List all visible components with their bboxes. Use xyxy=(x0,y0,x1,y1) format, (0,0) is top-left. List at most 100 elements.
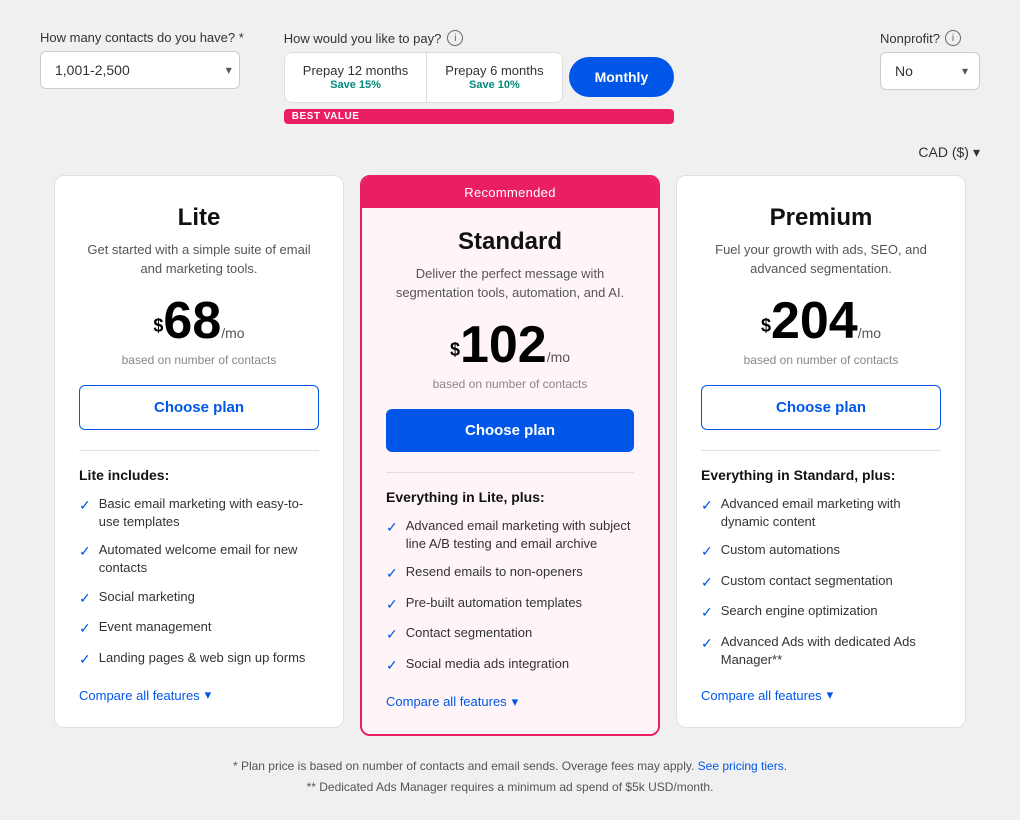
premium-compare-label: Compare all features xyxy=(701,688,822,703)
nonprofit-label: Nonprofit? xyxy=(880,31,940,46)
standard-choose-button[interactable]: Choose plan xyxy=(386,409,634,452)
lite-price-note: based on number of contacts xyxy=(79,353,319,367)
compare-chevron-icon: ▾ xyxy=(827,687,834,703)
list-item: ✓Basic email marketing with easy-to-use … xyxy=(79,495,319,531)
standard-price: $102/mo xyxy=(386,319,634,371)
check-icon: ✓ xyxy=(701,603,713,623)
currency-chevron-icon: ▾ xyxy=(973,144,980,161)
check-icon: ✓ xyxy=(701,542,713,562)
standard-price-amount: 102 xyxy=(460,316,547,374)
premium-includes-title: Everything in Standard, plus: xyxy=(701,467,941,483)
check-icon: ✓ xyxy=(79,650,91,670)
standard-price-period: /mo xyxy=(547,349,570,365)
standard-plan-name: Standard xyxy=(386,228,634,256)
list-item: ✓Contact segmentation xyxy=(386,624,634,645)
lite-plan-name: Lite xyxy=(79,204,319,232)
check-icon: ✓ xyxy=(79,619,91,639)
monthly-button[interactable]: Monthly xyxy=(569,57,675,97)
prepay6-button[interactable]: Prepay 6 months Save 10% xyxy=(427,53,561,102)
standard-plan-inner: Standard Deliver the perfect message wit… xyxy=(362,208,658,734)
standard-feature-list: ✓Advanced email marketing with subject l… xyxy=(386,517,634,676)
lite-plan-desc: Get started with a simple suite of email… xyxy=(79,240,319,279)
list-item: ✓Event management xyxy=(79,618,319,639)
check-icon: ✓ xyxy=(386,656,398,676)
pricing-tiers-link[interactable]: See pricing tiers. xyxy=(698,759,787,773)
plans-container: Lite Get started with a simple suite of … xyxy=(40,175,980,736)
prepay6-label: Prepay 6 months xyxy=(445,63,543,79)
premium-price-symbol: $ xyxy=(761,315,771,335)
standard-plan-desc: Deliver the perfect message with segment… xyxy=(386,264,634,303)
currency-label: CAD ($) xyxy=(918,144,969,160)
standard-plan-card: Recommended Standard Deliver the perfect… xyxy=(360,175,660,736)
premium-feature-list: ✓Advanced email marketing with dynamic c… xyxy=(701,495,941,670)
recommended-banner: Recommended xyxy=(362,177,658,208)
premium-plan-desc: Fuel your growth with ads, SEO, and adva… xyxy=(701,240,941,279)
check-icon: ✓ xyxy=(701,634,713,654)
prepay12-button[interactable]: Prepay 12 months Save 15% xyxy=(285,53,428,102)
lite-feature-list: ✓Basic email marketing with easy-to-use … xyxy=(79,495,319,670)
list-item: ✓Pre-built automation templates xyxy=(386,594,634,615)
check-icon: ✓ xyxy=(79,496,91,516)
best-value-badge: Best value xyxy=(284,109,674,124)
prepay12-label: Prepay 12 months xyxy=(303,63,409,79)
pay-info-icon[interactable]: i xyxy=(447,30,463,46)
check-icon: ✓ xyxy=(79,589,91,609)
standard-divider xyxy=(386,472,634,473)
compare-chevron-icon: ▾ xyxy=(205,687,212,703)
premium-price: $204/mo xyxy=(701,295,941,347)
prepay12-save: Save 15% xyxy=(303,79,409,92)
check-icon: ✓ xyxy=(701,496,713,516)
standard-price-symbol: $ xyxy=(450,339,460,359)
premium-price-note: based on number of contacts xyxy=(701,353,941,367)
compare-chevron-icon: ▾ xyxy=(512,694,519,710)
currency-button[interactable]: CAD ($) ▾ xyxy=(918,144,980,161)
premium-divider xyxy=(701,450,941,451)
premium-choose-button[interactable]: Choose plan xyxy=(701,385,941,430)
lite-price: $68/mo xyxy=(79,295,319,347)
list-item: ✓Resend emails to non-openers xyxy=(386,563,634,584)
contacts-select[interactable]: 0-500 501-1,000 1,001-2,500 2,501-5,000 … xyxy=(40,51,240,89)
footer-line2: ** Dedicated Ads Manager requires a mini… xyxy=(40,777,980,799)
list-item: ✓Advanced email marketing with dynamic c… xyxy=(701,495,941,531)
lite-price-symbol: $ xyxy=(153,315,163,335)
premium-price-amount: 204 xyxy=(771,292,858,350)
list-item: ✓Advanced email marketing with subject l… xyxy=(386,517,634,553)
standard-compare-label: Compare all features xyxy=(386,694,507,709)
lite-compare-label: Compare all features xyxy=(79,688,200,703)
check-icon: ✓ xyxy=(701,573,713,593)
pay-label: How would you like to pay? xyxy=(284,31,442,46)
list-item: ✓Landing pages & web sign up forms xyxy=(79,649,319,670)
list-item: ✓Social media ads integration xyxy=(386,655,634,676)
list-item: ✓Custom contact segmentation xyxy=(701,572,941,593)
nonprofit-info-icon[interactable]: i xyxy=(945,30,961,46)
check-icon: ✓ xyxy=(386,595,398,615)
standard-includes-title: Everything in Lite, plus: xyxy=(386,489,634,505)
lite-price-amount: 68 xyxy=(163,292,221,350)
lite-includes-title: Lite includes: xyxy=(79,467,319,483)
premium-price-period: /mo xyxy=(858,325,881,341)
footer-line1: * Plan price is based on number of conta… xyxy=(40,756,980,778)
nonprofit-select[interactable]: No Yes xyxy=(880,52,980,90)
footer-notes: * Plan price is based on number of conta… xyxy=(40,756,980,799)
lite-price-period: /mo xyxy=(221,325,244,341)
check-icon: ✓ xyxy=(386,625,398,645)
lite-compare-link[interactable]: Compare all features ▾ xyxy=(79,687,319,703)
list-item: ✓Advanced Ads with dedicated Ads Manager… xyxy=(701,633,941,669)
list-item: ✓Social marketing xyxy=(79,588,319,609)
check-icon: ✓ xyxy=(386,518,398,538)
contacts-label: How many contacts do you have? * xyxy=(40,30,244,45)
lite-choose-button[interactable]: Choose plan xyxy=(79,385,319,430)
list-item: ✓Custom automations xyxy=(701,541,941,562)
list-item: ✓Search engine optimization xyxy=(701,602,941,623)
check-icon: ✓ xyxy=(386,564,398,584)
standard-price-note: based on number of contacts xyxy=(386,377,634,391)
lite-divider xyxy=(79,450,319,451)
list-item: ✓Automated welcome email for new contact… xyxy=(79,541,319,577)
standard-compare-link[interactable]: Compare all features ▾ xyxy=(386,694,634,710)
check-icon: ✓ xyxy=(79,542,91,562)
prepay6-save: Save 10% xyxy=(445,79,543,92)
premium-plan-name: Premium xyxy=(701,204,941,232)
premium-compare-link[interactable]: Compare all features ▾ xyxy=(701,687,941,703)
premium-plan-card: Premium Fuel your growth with ads, SEO, … xyxy=(676,175,966,729)
lite-plan-card: Lite Get started with a simple suite of … xyxy=(54,175,344,729)
